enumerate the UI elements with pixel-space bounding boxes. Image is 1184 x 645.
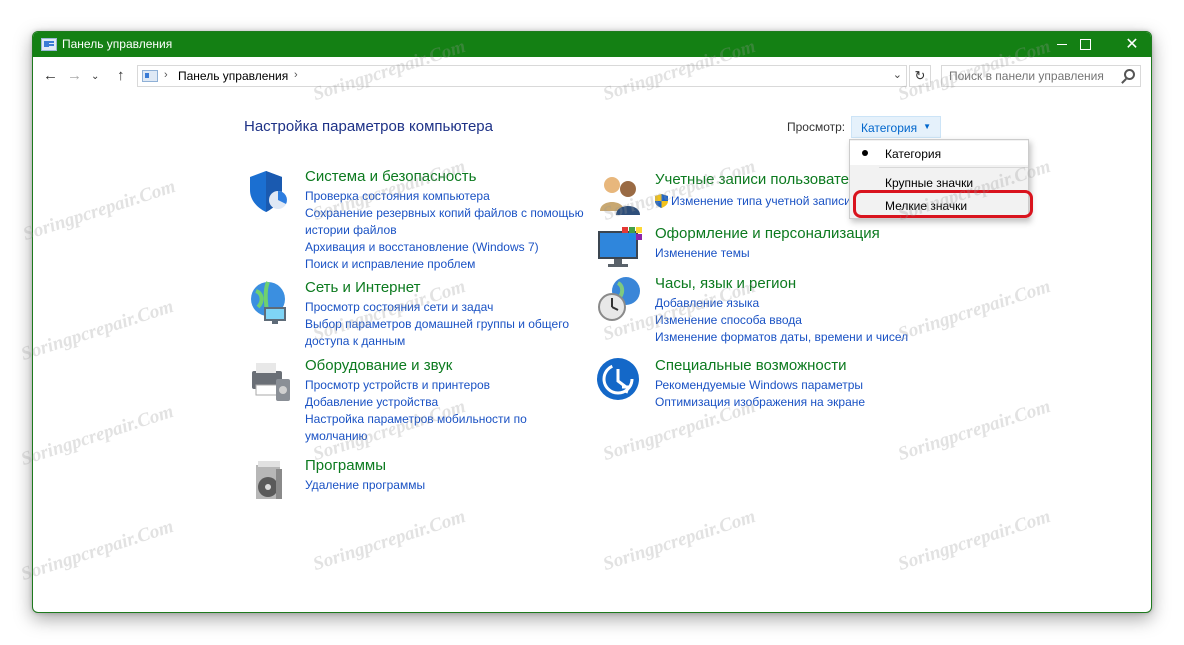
link-change-account-type-label: Изменение типа учетной записи bbox=[671, 194, 851, 208]
category-links-appearance: Изменение темы bbox=[655, 245, 945, 262]
link-add-device[interactable]: Добавление устройства bbox=[305, 394, 595, 411]
view-selected-value: Категория bbox=[861, 121, 918, 135]
minimize-button[interactable] bbox=[1039, 32, 1085, 57]
link-change-theme[interactable]: Изменение темы bbox=[655, 245, 945, 262]
refresh-button[interactable]: ↻ bbox=[909, 65, 931, 87]
address-field[interactable]: › Панель управления › ⌄ bbox=[137, 65, 907, 87]
page-title: Настройка параметров компьютера bbox=[244, 118, 493, 135]
breadcrumb-separator[interactable]: › bbox=[164, 69, 168, 81]
globe-network-icon[interactable] bbox=[246, 279, 294, 327]
category-title-clock[interactable]: Часы, язык и регион bbox=[655, 275, 796, 292]
breadcrumb-control-panel[interactable]: Панель управления bbox=[178, 69, 288, 83]
category-links-network: Просмотр состояния сети и задач Выбор па… bbox=[305, 299, 595, 350]
dropdown-caret-icon: ▼ bbox=[923, 122, 931, 131]
search-input[interactable] bbox=[942, 66, 1116, 86]
view-label: Просмотр: bbox=[787, 120, 846, 134]
ease-of-access-icon[interactable] bbox=[596, 357, 644, 405]
window-title: Панель управления bbox=[62, 37, 173, 51]
link-network-status[interactable]: Просмотр состояния сети и задач bbox=[305, 299, 595, 316]
breadcrumb-separator-icon[interactable]: › bbox=[294, 69, 298, 81]
up-arrow-icon[interactable]: ↑ bbox=[117, 67, 125, 84]
uac-shield-icon bbox=[655, 194, 668, 208]
category-links-hardware: Просмотр устройств и принтеров Добавлени… bbox=[305, 377, 595, 445]
link-check-status[interactable]: Проверка состояния компьютера bbox=[305, 188, 595, 205]
monitor-palette-icon[interactable] bbox=[596, 225, 644, 273]
close-button[interactable]: ✕ bbox=[1109, 32, 1151, 57]
category-title-accessibility[interactable]: Специальные возможности bbox=[655, 357, 847, 374]
back-arrow-icon[interactable]: ← bbox=[43, 67, 58, 84]
menu-item-category-label: Категория bbox=[885, 147, 942, 161]
programs-disc-icon[interactable] bbox=[246, 457, 294, 505]
forward-arrow-icon[interactable]: → bbox=[67, 67, 82, 84]
category-title-programs[interactable]: Программы bbox=[305, 457, 386, 474]
link-devices-printers[interactable]: Просмотр устройств и принтеров bbox=[305, 377, 595, 394]
category-title-accounts[interactable]: Учетные записи пользовате bbox=[655, 171, 849, 188]
category-links-accessibility: Рекомендуемые Windows параметры Оптимиза… bbox=[655, 377, 945, 411]
address-bar: ← → ⌄ ↑ › Панель управления › ⌄ ↻ bbox=[33, 57, 1151, 95]
users-icon[interactable] bbox=[596, 171, 644, 219]
link-mobility-settings-cont[interactable]: умолчанию bbox=[305, 428, 595, 445]
view-by-select[interactable]: Категория ▼ bbox=[851, 116, 941, 138]
link-uninstall-program[interactable]: Удаление программы bbox=[305, 477, 595, 494]
link-file-history-cont[interactable]: истории файлов bbox=[305, 222, 595, 239]
link-optimize-display[interactable]: Оптимизация изображения на экране bbox=[655, 394, 945, 411]
selected-bullet-icon bbox=[862, 150, 868, 156]
link-mobility-settings[interactable]: Настройка параметров мобильности по bbox=[305, 411, 595, 428]
search-icon[interactable] bbox=[1124, 69, 1135, 80]
link-recommended-settings[interactable]: Рекомендуемые Windows параметры bbox=[655, 377, 945, 394]
search-box[interactable] bbox=[941, 65, 1141, 87]
category-links-system: Проверка состояния компьютера Сохранение… bbox=[305, 188, 595, 273]
shield-icon[interactable] bbox=[246, 168, 294, 216]
link-date-formats[interactable]: Изменение форматов даты, времени и чисел bbox=[655, 329, 945, 346]
link-homegroup-cont[interactable]: доступа к данным bbox=[305, 333, 595, 350]
link-file-history[interactable]: Сохранение резервных копий файлов с помо… bbox=[305, 205, 595, 222]
clock-globe-icon[interactable] bbox=[596, 275, 644, 323]
recent-locations-chevron-icon[interactable]: ⌄ bbox=[91, 71, 99, 82]
category-links-clock: Добавление языка Изменение способа ввода… bbox=[655, 295, 945, 346]
link-homegroup[interactable]: Выбор параметров домашней группы и общег… bbox=[305, 316, 595, 333]
address-dropdown-chevron-icon[interactable]: ⌄ bbox=[893, 68, 902, 81]
control-panel-icon bbox=[142, 70, 158, 82]
red-highlight-annotation bbox=[853, 190, 1033, 218]
link-add-language[interactable]: Добавление языка bbox=[655, 295, 945, 312]
printer-icon[interactable] bbox=[246, 357, 294, 405]
title-bar[interactable]: Панель управления ✕ bbox=[33, 32, 1151, 57]
menu-separator bbox=[879, 167, 1028, 168]
category-title-hardware[interactable]: Оборудование и звук bbox=[305, 357, 452, 374]
link-backup-restore[interactable]: Архивация и восстановление (Windows 7) bbox=[305, 239, 595, 256]
category-title-network[interactable]: Сеть и Интернет bbox=[305, 279, 421, 296]
category-title-system[interactable]: Система и безопасность bbox=[305, 168, 476, 185]
control-panel-window: Панель управления ✕ ← → ⌄ ↑ › Панель упр… bbox=[32, 31, 1152, 613]
control-panel-app-icon bbox=[41, 38, 57, 51]
menu-item-category[interactable]: Категория bbox=[850, 141, 1028, 165]
link-input-method[interactable]: Изменение способа ввода bbox=[655, 312, 945, 329]
link-troubleshoot[interactable]: Поиск и исправление проблем bbox=[305, 256, 595, 273]
category-links-programs: Удаление программы bbox=[305, 477, 595, 494]
category-title-appearance[interactable]: Оформление и персонализация bbox=[655, 225, 880, 242]
